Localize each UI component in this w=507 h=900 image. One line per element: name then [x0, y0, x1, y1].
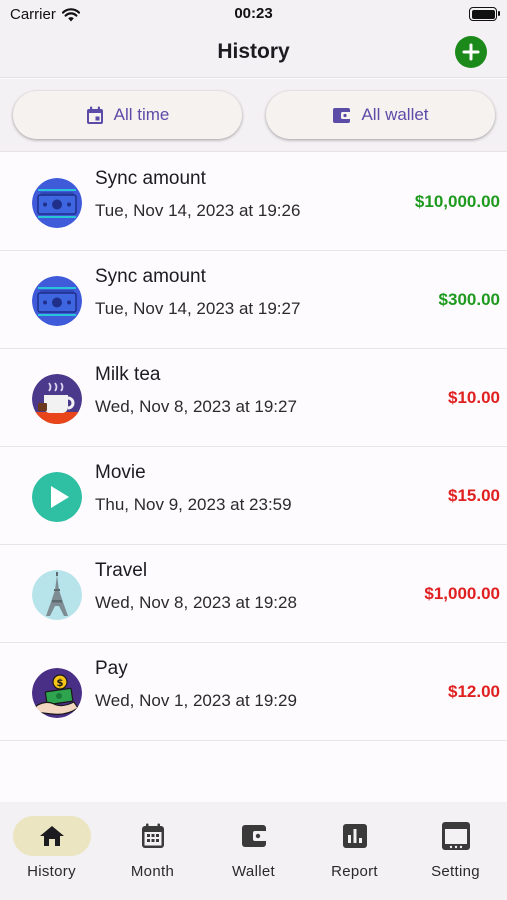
tab-history[interactable]: History [1, 802, 102, 900]
wallet-icon [241, 825, 267, 847]
tab-wallet-label: Wallet [232, 863, 275, 880]
transaction-row[interactable]: $ Pay Wed, Nov 1, 2023 at 19:29 $12.00 [0, 643, 507, 741]
transaction-row[interactable]: Sync amount Tue, Nov 14, 2023 at 19:27 $… [0, 251, 507, 349]
filter-bar: All time All wallet [0, 79, 507, 152]
transaction-amount: $15.00 [448, 486, 500, 505]
transaction-amount: $12.00 [448, 682, 500, 701]
tab-report-label: Report [331, 863, 378, 880]
calendar-icon [141, 823, 164, 848]
calendar-icon [86, 106, 103, 124]
transaction-date: Thu, Nov 9, 2023 at 23:59 [95, 495, 292, 514]
transaction-name: Sync amount [95, 266, 206, 287]
add-transaction-button[interactable] [455, 36, 487, 68]
plus-icon [462, 43, 480, 61]
bar-chart-icon [342, 824, 367, 848]
tab-history-indicator [12, 816, 91, 856]
transaction-list: Sync amount Tue, Nov 14, 2023 at 19:26 $… [0, 153, 507, 741]
tab-wallet[interactable]: Wallet [203, 802, 304, 900]
wallet-filter-label: All wallet [361, 105, 429, 124]
status-bar: Carrier 00:23 [0, 0, 507, 30]
transaction-row[interactable]: Movie Thu, Nov 9, 2023 at 23:59 $15.00 [0, 447, 507, 545]
home-icon [39, 826, 64, 846]
tab-report[interactable]: Report [304, 802, 405, 900]
transaction-name: Pay [95, 658, 128, 679]
transaction-name: Milk tea [95, 364, 161, 385]
transaction-name: Movie [95, 462, 146, 483]
settings-icon [441, 822, 470, 850]
transaction-amount: $10.00 [448, 388, 500, 407]
tab-month-label: Month [130, 863, 175, 880]
transaction-date: Wed, Nov 8, 2023 at 19:28 [95, 593, 297, 612]
transaction-amount: $1,000.00 [424, 584, 500, 603]
money-icon [32, 178, 82, 228]
bottom-tab-bar: History Month Wallet Report Setting [0, 802, 507, 900]
coffee-cup-icon [32, 374, 82, 424]
transaction-date: Tue, Nov 14, 2023 at 19:27 [95, 299, 301, 318]
transaction-row[interactable]: Sync amount Tue, Nov 14, 2023 at 19:26 $… [0, 153, 507, 251]
tab-history-label: History [27, 863, 76, 880]
svg-text:$: $ [57, 678, 64, 689]
transaction-name: Sync amount [95, 168, 206, 189]
tab-setting-label: Setting [431, 863, 480, 880]
app-header: History [0, 30, 507, 78]
transaction-amount: $300.00 [438, 290, 500, 309]
play-icon [32, 472, 82, 522]
tab-setting[interactable]: Setting [405, 802, 506, 900]
transaction-date: Wed, Nov 1, 2023 at 19:29 [95, 691, 297, 710]
transaction-row[interactable]: Travel Wed, Nov 8, 2023 at 19:28 $1,000.… [0, 545, 507, 643]
money-icon [32, 276, 82, 326]
transaction-name: Travel [95, 560, 148, 581]
battery-icon [469, 7, 500, 21]
transaction-amount: $10,000.00 [414, 192, 500, 211]
transaction-date: Tue, Nov 14, 2023 at 19:26 [95, 201, 301, 220]
tab-month[interactable]: Month [102, 802, 203, 900]
time-filter-button[interactable]: All time [13, 91, 242, 139]
transaction-date: Wed, Nov 8, 2023 at 19:27 [95, 397, 297, 416]
time-filter-label: All time [113, 105, 170, 124]
eiffel-tower-icon [32, 570, 82, 620]
transaction-row[interactable]: Milk tea Wed, Nov 8, 2023 at 19:27 $10.0… [0, 349, 507, 447]
page-title: History [217, 40, 290, 63]
hand-money-icon: $ [32, 668, 82, 718]
wallet-icon [333, 107, 352, 123]
status-time: 00:23 [234, 5, 273, 22]
wallet-filter-button[interactable]: All wallet [266, 91, 495, 139]
